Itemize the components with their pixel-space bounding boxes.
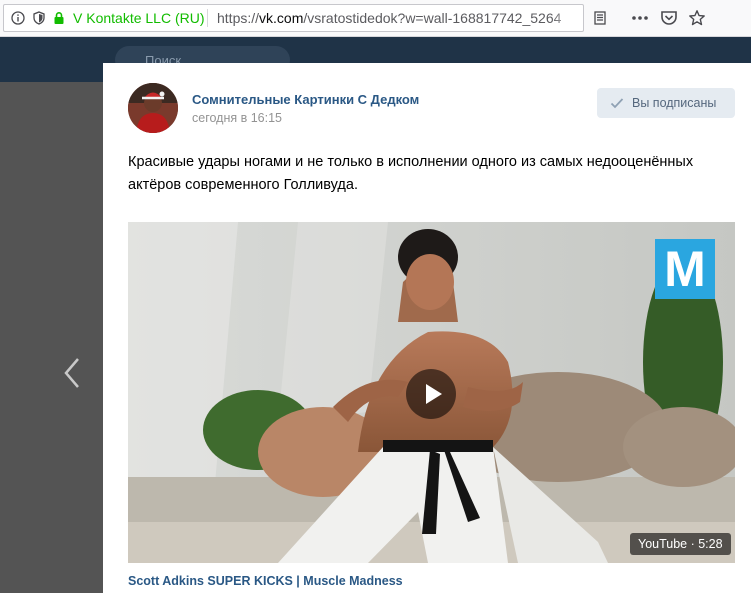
channel-logo-letter: M (664, 241, 706, 297)
video-duration: 5:28 (698, 537, 723, 551)
address-bar[interactable]: V Kontakte LLC (RU) https://vk.com/vsrat… (3, 4, 606, 32)
pocket-icon[interactable] (660, 9, 678, 27)
url-text[interactable]: https://vk.com/vsratostidedok?w=wall-168… (217, 10, 562, 26)
avatar-image (128, 83, 178, 133)
url-fade (551, 7, 581, 29)
more-icon[interactable] (631, 9, 649, 27)
url-path: /vsratostidedok?w=wall-168817742_5264 (303, 10, 562, 26)
video-source: YouTube (638, 537, 688, 551)
overlay-backdrop[interactable] (0, 82, 103, 593)
reader-view-icon[interactable] (593, 11, 607, 25)
play-button[interactable] (406, 369, 456, 419)
url-separator (207, 9, 208, 27)
checkmark-icon (610, 98, 624, 109)
url-prefix: https:// (217, 10, 260, 26)
video-player[interactable]: M YouTube · 5:28 (128, 222, 735, 563)
subscribed-button[interactable]: Вы подписаны (597, 88, 735, 118)
subscribed-label: Вы подписаны (632, 96, 717, 110)
lock-icon[interactable] (52, 11, 66, 25)
group-avatar[interactable] (128, 83, 178, 133)
shield-icon[interactable] (32, 11, 46, 25)
video-source-badge: YouTube · 5:28 (630, 533, 731, 555)
browser-toolbar: V Kontakte LLC (RU) https://vk.com/vsrat… (0, 0, 751, 37)
video-title-link[interactable]: Scott Adkins SUPER KICKS | Muscle Madnes… (128, 574, 403, 588)
post-timestamp[interactable]: сегодня в 16:15 (192, 111, 282, 125)
post-card: Сомнительные Картинки С Дедком сегодня в… (103, 63, 751, 593)
site-identity[interactable]: V Kontakte LLC (RU) (73, 10, 205, 26)
url-domain: vk.com (259, 10, 304, 26)
info-icon[interactable] (11, 11, 25, 25)
post-text: Красивые удары ногами и не только в испо… (128, 154, 694, 193)
bookmark-star-icon[interactable] (688, 9, 706, 27)
previous-arrow-icon[interactable] (62, 356, 82, 390)
play-icon (406, 369, 456, 419)
group-name-link[interactable]: Сомнительные Картинки С Дедком (192, 92, 419, 107)
